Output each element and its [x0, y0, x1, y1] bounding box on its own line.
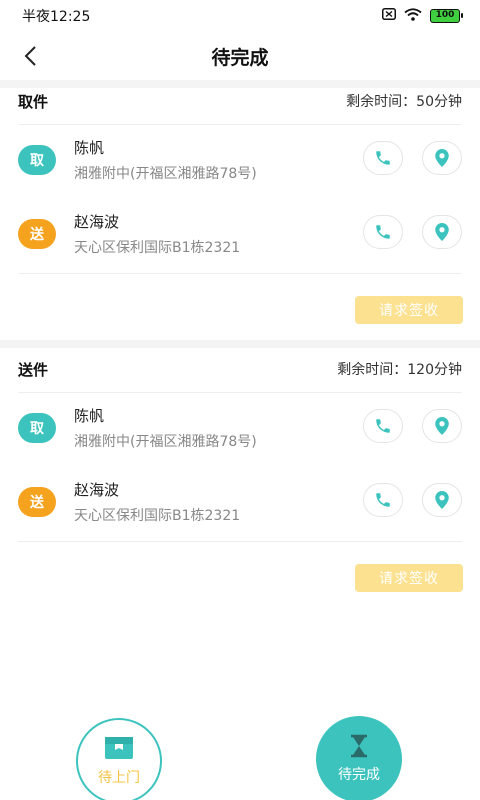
map-pin-icon — [435, 149, 449, 167]
tab-label: 待上门 — [98, 770, 140, 786]
tab-to-complete[interactable]: 待完成 — [316, 716, 402, 800]
divider — [18, 273, 462, 274]
map-pin-icon — [435, 223, 449, 241]
section-header: 送件 剩余时间：120分钟 — [0, 346, 480, 392]
battery-icon: 100 — [430, 9, 463, 23]
contact-address: 天心区保利国际B1栋2321 — [74, 508, 241, 524]
location-button[interactable] — [422, 141, 462, 175]
contact-row-deliver: 送 赵海波 天心区保利国际B1栋2321 — [0, 467, 480, 541]
location-button[interactable] — [422, 409, 462, 443]
phone-icon — [376, 493, 390, 507]
delivery-section: 送件 剩余时间：120分钟 取 陈帆 湘雅附中(开福区湘雅路78号) 送 赵海波… — [0, 346, 480, 542]
map-pin-icon — [435, 491, 449, 509]
sim-icon — [382, 8, 396, 24]
deliver-badge: 送 — [18, 487, 56, 517]
phone-icon — [376, 419, 390, 433]
tab-label: 待完成 — [338, 767, 380, 783]
call-button[interactable] — [363, 141, 403, 175]
contact-address: 天心区保利国际B1栋2321 — [74, 240, 241, 256]
divider — [18, 541, 462, 542]
request-sign-button[interactable]: 请求签收 — [355, 564, 463, 592]
contact-row-pickup: 取 陈帆 湘雅附中(开福区湘雅路78号) — [0, 393, 480, 467]
section-title: 取件 — [18, 92, 49, 111]
status-bar: 半夜12:25 100 — [0, 0, 480, 32]
wifi-icon — [404, 7, 422, 25]
request-sign-button[interactable]: 请求签收 — [355, 296, 463, 324]
map-pin-icon — [435, 417, 449, 435]
box-icon — [105, 737, 133, 759]
time-left: 剩余时间：50分钟 — [346, 94, 462, 110]
location-button[interactable] — [422, 483, 462, 517]
page-title: 待完成 — [211, 46, 269, 69]
location-button[interactable] — [422, 215, 462, 249]
nav-bar: 待完成 — [0, 32, 480, 80]
hourglass-icon — [351, 734, 367, 758]
contact-address: 湘雅附中(开福区湘雅路78号) — [74, 434, 257, 450]
call-button[interactable] — [363, 215, 403, 249]
pickup-section: 取件 剩余时间：50分钟 取 陈帆 湘雅附中(开福区湘雅路78号) 送 赵海波 … — [0, 78, 480, 274]
back-button[interactable] — [14, 40, 46, 72]
time-left: 剩余时间：120分钟 — [337, 362, 462, 378]
tab-pending-visit[interactable]: 待上门 — [76, 718, 162, 800]
contact-row-deliver: 送 赵海波 天心区保利国际B1栋2321 — [0, 199, 480, 273]
contact-name: 赵海波 — [74, 481, 120, 499]
contact-address: 湘雅附中(开福区湘雅路78号) — [74, 166, 257, 182]
chevron-left-icon — [24, 46, 36, 66]
pickup-badge: 取 — [18, 413, 56, 443]
pickup-badge: 取 — [18, 145, 56, 175]
phone-icon — [376, 151, 390, 165]
section-header: 取件 剩余时间：50分钟 — [0, 78, 480, 124]
section-title: 送件 — [18, 360, 49, 379]
contact-row-pickup: 取 陈帆 湘雅附中(开福区湘雅路78号) — [0, 125, 480, 199]
call-button[interactable] — [363, 483, 403, 517]
deliver-badge: 送 — [18, 219, 56, 249]
status-time: 半夜12:25 — [22, 9, 91, 25]
contact-name: 陈帆 — [74, 139, 105, 157]
bottom-tab-bar: 待上门 待完成 — [0, 700, 480, 800]
call-button[interactable] — [363, 409, 403, 443]
phone-icon — [376, 225, 390, 239]
contact-name: 赵海波 — [74, 213, 120, 231]
contact-name: 陈帆 — [74, 407, 105, 425]
status-icons: 100 — [382, 7, 463, 25]
